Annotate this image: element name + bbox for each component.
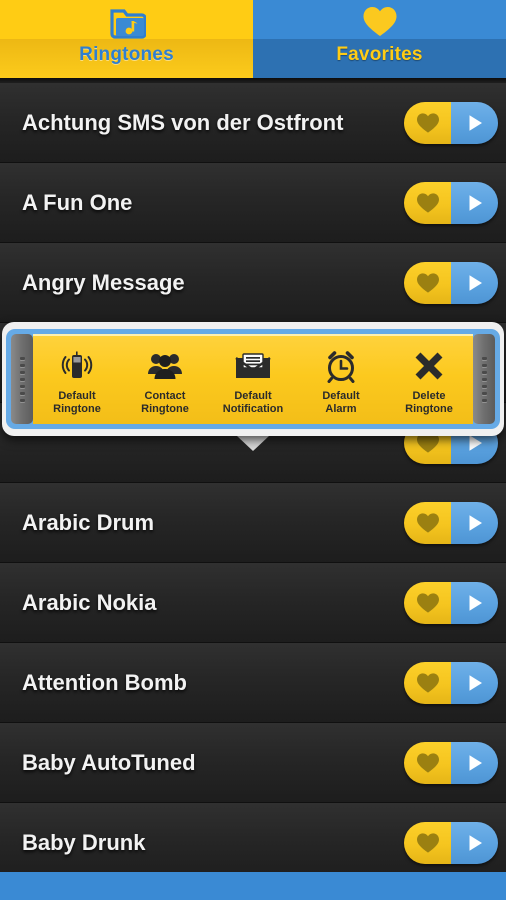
popup-action-close-x[interactable]: Delete Ringtone [385, 336, 473, 424]
popup-action-vibrating-phone[interactable]: Default Ringtone [33, 336, 121, 424]
ringtone-title: A Fun One [22, 189, 133, 215]
tab-ringtones-label: Ringtones [79, 44, 174, 65]
popup-action-envelope[interactable]: Default Notification [209, 336, 297, 424]
table-row[interactable]: Arabic Drum [0, 483, 506, 563]
tab-bar: Ringtones Favorites [0, 0, 506, 78]
popup-action-label: Default Alarm [322, 390, 360, 415]
table-row[interactable]: Achtung SMS von der Ostfront [0, 83, 506, 163]
tab-favorites-label: Favorites [336, 44, 423, 65]
favorite-button[interactable] [404, 661, 451, 704]
favorite-button[interactable] [404, 501, 451, 544]
envelope-icon [234, 345, 272, 387]
table-row[interactable]: Baby AutoTuned [0, 723, 506, 803]
favorite-button[interactable] [404, 101, 451, 144]
popup-frame: Default Ringtone Contact Ringtone Default Not… [2, 322, 504, 436]
play-button[interactable] [451, 501, 498, 544]
play-button[interactable] [451, 661, 498, 704]
popup-drag-handle-right[interactable] [473, 334, 495, 424]
popup-inner: Default Ringtone Contact Ringtone Default Not… [6, 329, 500, 429]
favorite-button[interactable] [404, 261, 451, 304]
table-row[interactable]: Attention Bomb [0, 643, 506, 723]
alarm-clock-icon [324, 345, 358, 387]
heart-icon [362, 0, 398, 40]
contacts-group-icon [147, 345, 183, 387]
ringtone-title: Baby Drunk [22, 829, 146, 855]
play-button[interactable] [451, 181, 498, 224]
row-action-pill [404, 501, 498, 544]
popup-action-contacts-group[interactable]: Contact Ringtone [121, 336, 209, 424]
ringtone-title: Angry Message [22, 269, 185, 295]
row-action-pill [404, 101, 498, 144]
ringtone-title: Attention Bomb [22, 669, 187, 695]
context-action-popup: Default Ringtone Contact Ringtone Default Not… [0, 322, 506, 451]
popup-actions: Default Ringtone Contact Ringtone Default Not… [33, 334, 473, 424]
play-button[interactable] [451, 741, 498, 784]
play-button[interactable] [451, 101, 498, 144]
popup-action-label: Contact Ringtone [141, 390, 189, 415]
favorite-button[interactable] [404, 181, 451, 224]
favorite-button[interactable] [404, 821, 451, 864]
play-button[interactable] [451, 581, 498, 624]
favorite-button[interactable] [404, 581, 451, 624]
popup-action-alarm-clock[interactable]: Default Alarm [297, 336, 385, 424]
row-action-pill [404, 821, 498, 864]
row-action-pill [404, 661, 498, 704]
table-row[interactable]: Angry Message [0, 243, 506, 323]
ringtone-title: Arabic Drum [22, 509, 155, 535]
row-action-pill [404, 741, 498, 784]
close-x-icon [413, 345, 445, 387]
tab-ringtones[interactable]: Ringtones [0, 0, 253, 78]
popup-action-label: Delete Ringtone [405, 390, 453, 415]
row-action-pill [404, 261, 498, 304]
ringtone-title: Arabic Nokia [22, 589, 157, 615]
ringtone-title: Achtung SMS von der Ostfront [22, 109, 344, 135]
row-action-pill [404, 581, 498, 624]
play-button[interactable] [451, 821, 498, 864]
bottom-bar [0, 872, 506, 900]
vibrating-phone-icon [60, 345, 94, 387]
music-folder-icon [108, 0, 146, 40]
app-root: Ringtones Favorites Achtung SMS von der … [0, 0, 506, 900]
ringtone-title: Baby AutoTuned [22, 749, 196, 775]
popup-drag-handle-left[interactable] [11, 334, 33, 424]
row-action-pill [404, 181, 498, 224]
tab-favorites[interactable]: Favorites [253, 0, 506, 78]
favorite-button[interactable] [404, 741, 451, 784]
table-row[interactable]: Arabic Nokia [0, 563, 506, 643]
ringtone-list[interactable]: Achtung SMS von der Ostfront A Fun One Ang… [0, 83, 506, 883]
popup-action-label: Default Ringtone [53, 390, 101, 415]
popup-action-label: Default Notification [222, 390, 284, 415]
popup-pointer-arrow [237, 436, 269, 451]
table-row[interactable]: A Fun One [0, 163, 506, 243]
table-row[interactable]: Baby Drunk [0, 803, 506, 883]
play-button[interactable] [451, 261, 498, 304]
